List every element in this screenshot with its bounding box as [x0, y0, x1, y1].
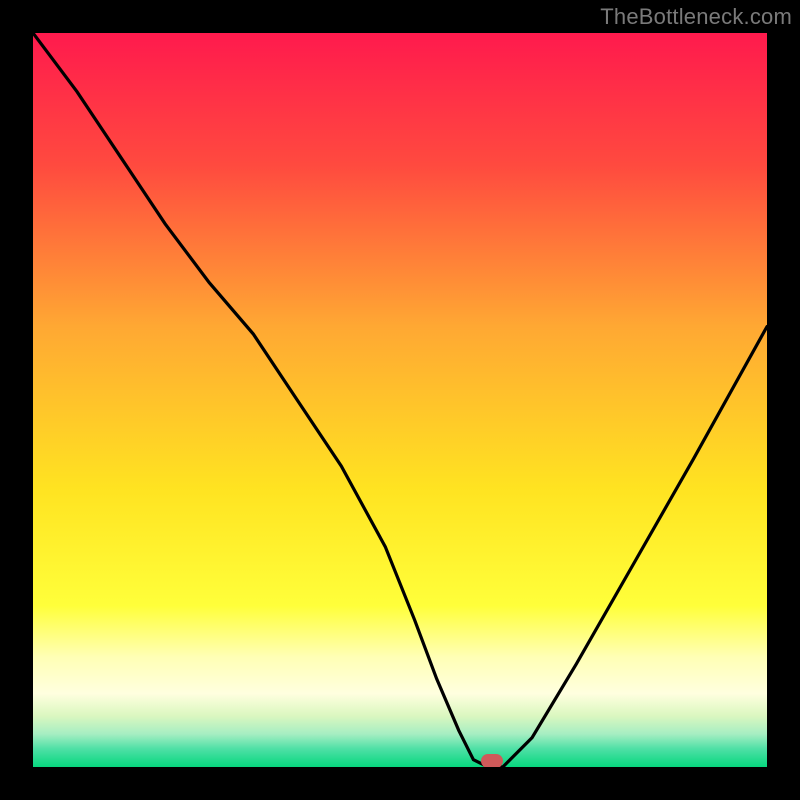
watermark-text: TheBottleneck.com: [600, 4, 792, 30]
plot-area: [33, 33, 767, 767]
bottleneck-curve: [33, 33, 767, 767]
optimal-point-marker: [481, 754, 503, 767]
chart-frame: TheBottleneck.com: [0, 0, 800, 800]
